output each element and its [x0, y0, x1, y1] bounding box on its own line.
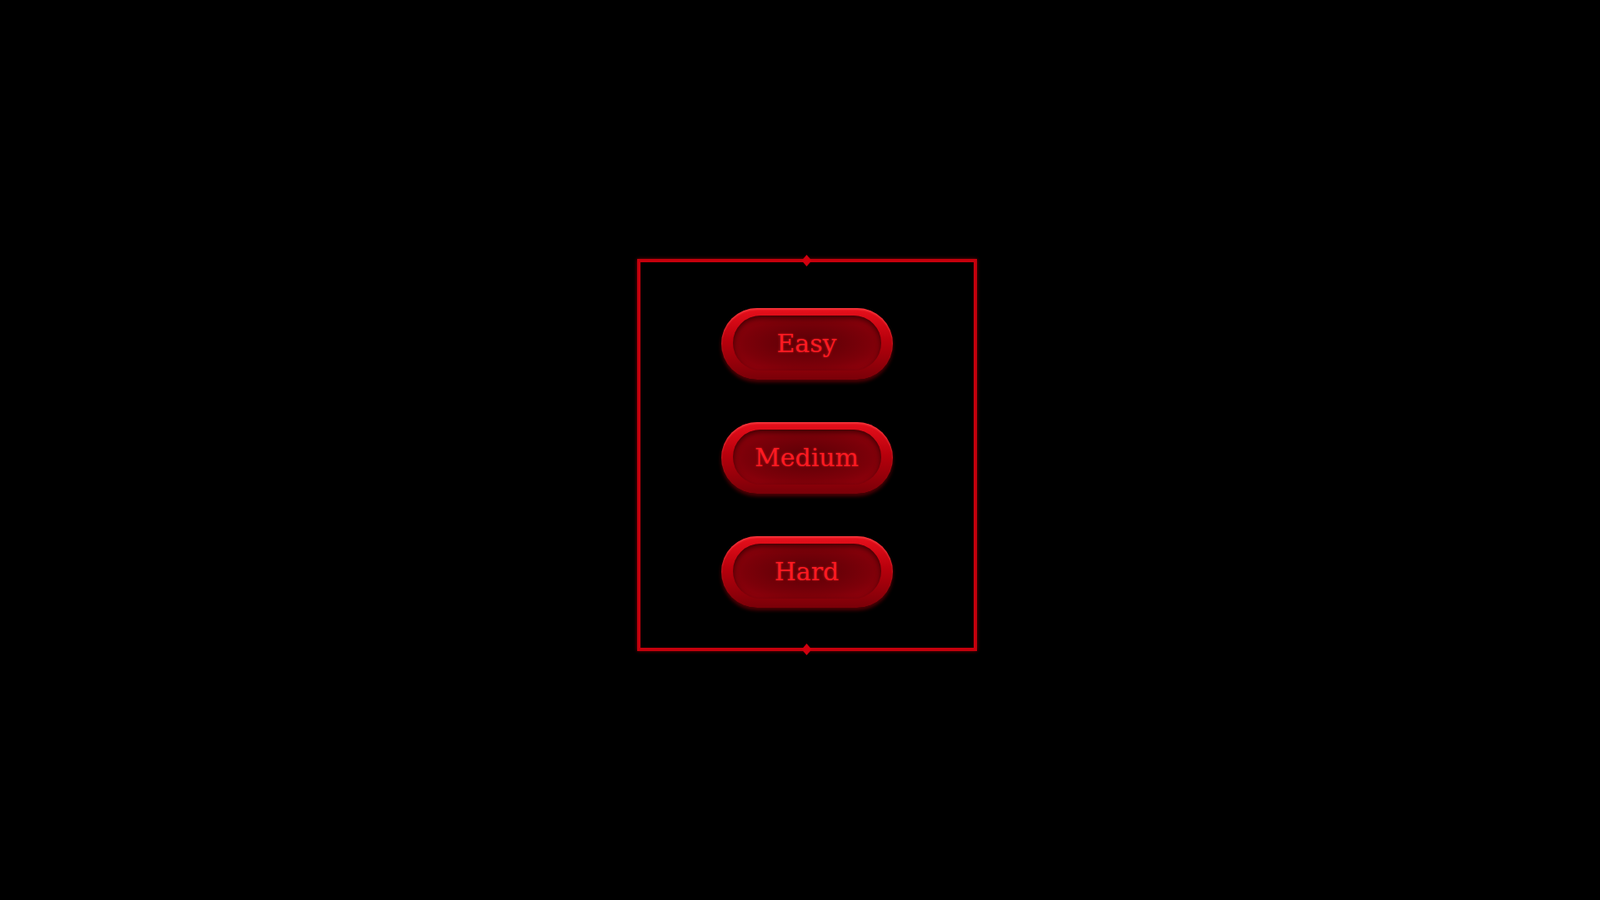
difficulty-button[interactable]: Medium: [721, 422, 893, 494]
difficulty-button[interactable]: Hard: [721, 536, 893, 609]
difficulty-button[interactable]: Easy: [721, 308, 893, 380]
top-ornament: [802, 254, 813, 267]
difficulty-screen: Easy Medium Hard: [0, 0, 1600, 900]
button-label: Hard: [732, 543, 882, 599]
button-label: Easy: [732, 315, 882, 371]
button-label: Medium: [732, 429, 882, 485]
menu-frame: Easy Medium Hard: [637, 259, 977, 652]
bottom-ornament: [802, 643, 813, 656]
